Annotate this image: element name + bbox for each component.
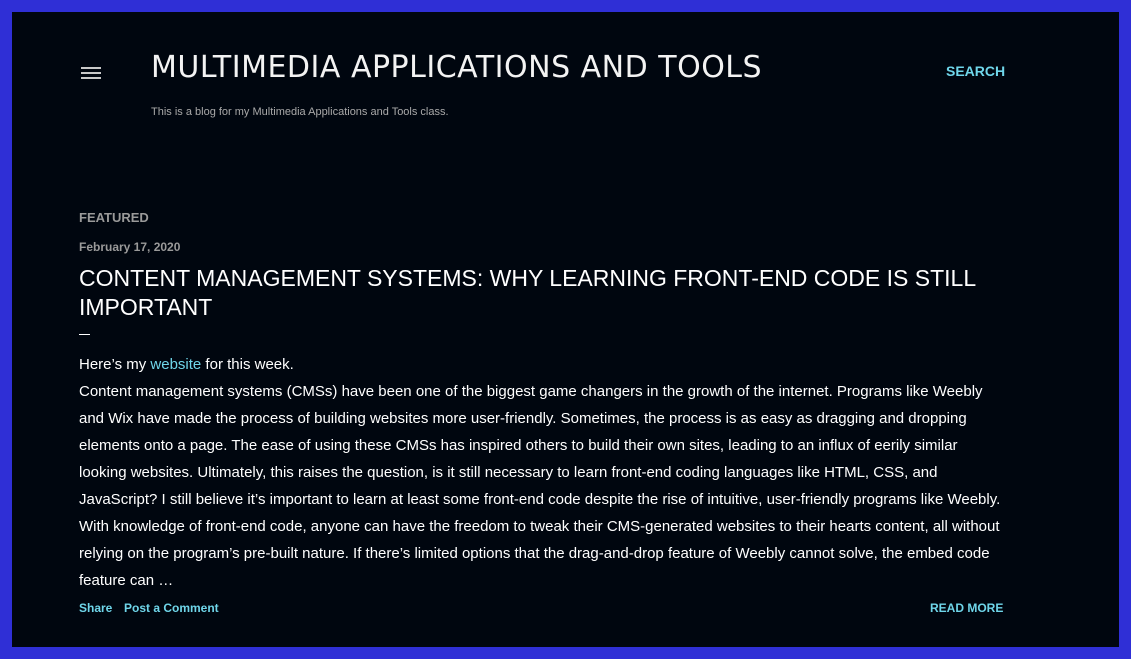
menu-bar-top — [81, 67, 101, 69]
read-more-link[interactable]: READ MORE — [930, 601, 1003, 615]
featured-label: FEATURED — [79, 210, 149, 225]
intro-suffix: for this week. — [201, 356, 294, 373]
post-intro: Here’s my website for this week. — [79, 351, 1004, 378]
website-link[interactable]: website — [150, 356, 201, 373]
post-comment-link[interactable]: Post a Comment — [124, 601, 219, 615]
intro-prefix: Here’s my — [79, 356, 151, 373]
blog-title[interactable]: MULTIMEDIA APPLICATIONS AND TOOLS — [151, 50, 762, 85]
share-button[interactable]: Share — [79, 601, 112, 615]
title-divider — [79, 334, 90, 335]
post-body: Here’s my website for this week. Content… — [79, 351, 1004, 594]
post-title[interactable]: CONTENT MANAGEMENT SYSTEMS: WHY LEARNING… — [79, 264, 1019, 322]
menu-bar-middle — [81, 72, 101, 74]
search-link[interactable]: SEARCH — [946, 63, 1005, 79]
post-date[interactable]: February 17, 2020 — [79, 240, 180, 254]
menu-bar-bottom — [81, 77, 101, 79]
blog-description: This is a blog for my Multimedia Applica… — [151, 106, 449, 118]
post-snippet: Content management systems (CMSs) have b… — [79, 383, 1001, 589]
blog-page: MULTIMEDIA APPLICATIONS AND TOOLS SEARCH… — [12, 12, 1119, 647]
hamburger-menu-icon[interactable] — [81, 67, 101, 81]
